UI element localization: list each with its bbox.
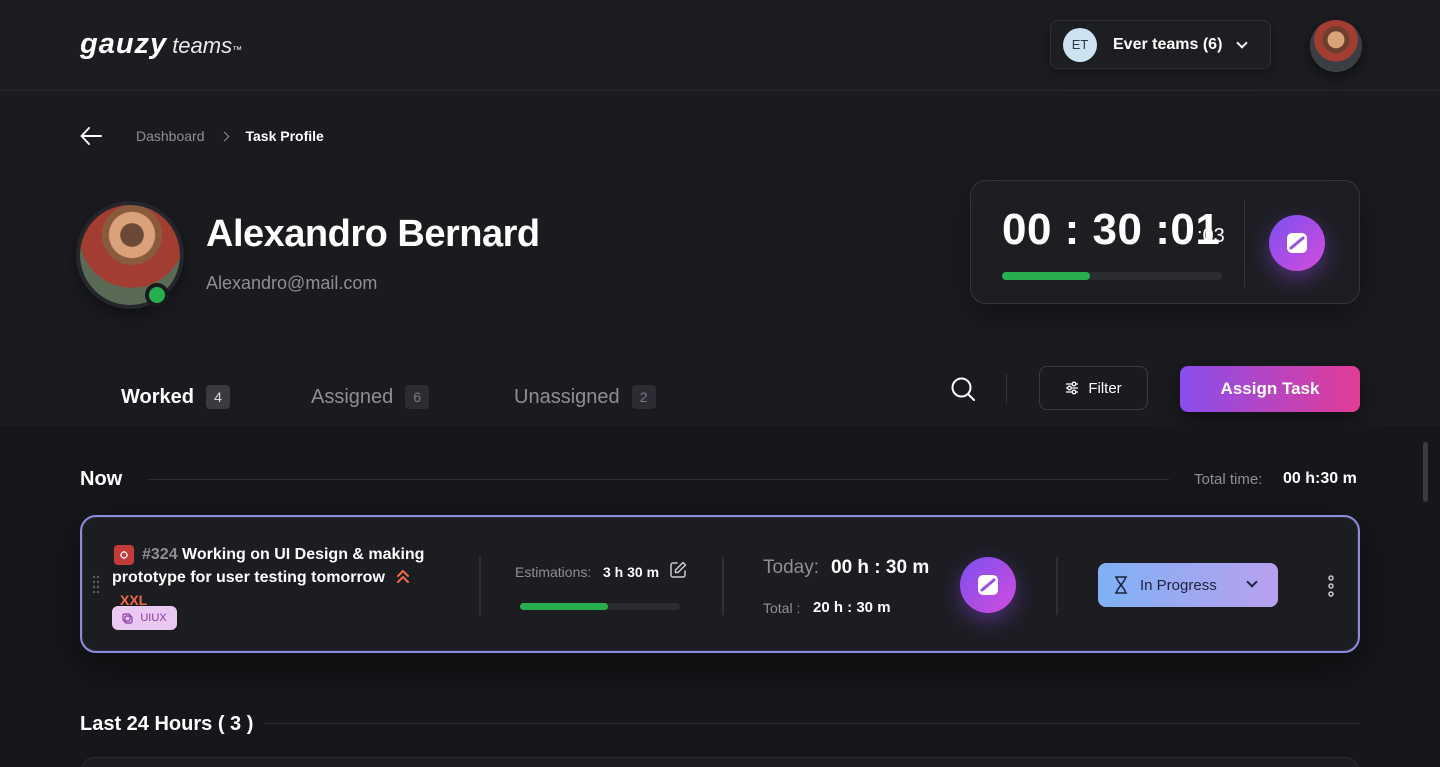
- tab-assigned-label: Assigned: [311, 385, 394, 408]
- timer-divider: [1244, 199, 1245, 287]
- timer-display: 00 : 30 :01: [1002, 205, 1221, 254]
- total-time-value: 00 h:30 m: [1283, 470, 1357, 487]
- section-divider: [149, 479, 1169, 480]
- today-label: Today:: [763, 557, 819, 578]
- profile-email: Alexandro@mail.com: [206, 273, 378, 293]
- breadcrumb-task-profile: Task Profile: [245, 128, 324, 144]
- card-divider: [1056, 557, 1058, 615]
- section-title-now: Now: [80, 468, 123, 490]
- assign-task-button[interactable]: Assign Task: [1180, 366, 1360, 412]
- task-title-line1: Working on UI Design & making: [182, 546, 425, 563]
- task-title-line2: prototype for user testing tomorrow: [112, 569, 385, 586]
- breadcrumb-separator-icon: [219, 131, 229, 141]
- tab-worked-label: Worked: [121, 385, 194, 408]
- edit-estimation-icon[interactable]: [668, 560, 688, 580]
- task-total-value: 20 h : 30 m: [813, 599, 891, 616]
- task-total-label: Total :: [763, 600, 801, 616]
- today-value: 00 h : 30 m: [831, 557, 930, 578]
- breadcrumb: Dashboard Task Profile: [136, 128, 324, 144]
- search-icon[interactable]: [950, 376, 976, 402]
- section-title-last-24-hours: Last 24 Hours ( 3 ): [80, 713, 254, 735]
- filter-button[interactable]: Filter: [1039, 366, 1148, 410]
- task-card-partial[interactable]: [80, 757, 1360, 767]
- profile-name: Alexandro Bernard: [206, 213, 540, 255]
- task-status-dropdown[interactable]: In Progress: [1098, 563, 1278, 607]
- tab-assigned-count: 6: [405, 385, 430, 409]
- timer-progress-bar: [1002, 272, 1222, 280]
- tab-worked-count: 4: [205, 385, 230, 409]
- logo-product: teams: [172, 33, 233, 58]
- task-tag[interactable]: UIUX: [112, 606, 177, 630]
- tab-worked[interactable]: Worked 4: [80, 366, 271, 428]
- task-number: #324: [142, 546, 178, 563]
- top-navigation-bar: gauzy teams ™ ET Ever teams (6): [0, 0, 1440, 91]
- team-badge: ET: [1063, 27, 1097, 62]
- timer-milliseconds: :03: [1197, 225, 1225, 247]
- user-avatar[interactable]: [1310, 20, 1362, 72]
- card-divider: [479, 557, 481, 615]
- task-tag-label: UIUX: [140, 612, 167, 624]
- timer-progress-fill: [1002, 272, 1090, 280]
- tab-assigned[interactable]: Assigned 6: [311, 366, 430, 428]
- tab-unassigned[interactable]: Unassigned 2: [514, 366, 656, 428]
- chevron-down-icon: [1246, 576, 1258, 588]
- hourglass-icon: [1114, 576, 1128, 594]
- drag-handle-icon[interactable]: [92, 575, 100, 593]
- task-status-label: In Progress: [1140, 576, 1217, 594]
- task-timer-button[interactable]: [960, 557, 1016, 613]
- timer-start-button[interactable]: [1269, 215, 1325, 271]
- chevron-down-icon: [1236, 37, 1248, 49]
- filter-sliders-icon: [1066, 381, 1079, 395]
- tag-icon: [122, 612, 133, 624]
- more-options-icon[interactable]: [1327, 574, 1335, 598]
- toolbar-divider: [1006, 374, 1007, 404]
- estimation-value: 3 h 30 m: [603, 564, 660, 580]
- timer-icon: [1287, 233, 1307, 253]
- estimation-progress-fill: [520, 603, 608, 610]
- logo-brand: gauzy: [80, 28, 168, 60]
- timer-icon: [978, 575, 998, 595]
- back-arrow-icon[interactable]: [80, 126, 102, 146]
- timer-card: 00 : 30 :01 :03: [970, 180, 1360, 304]
- card-divider: [722, 557, 724, 615]
- total-time-label: Total time:: [1194, 471, 1263, 488]
- filter-button-label: Filter: [1088, 379, 1122, 397]
- logo-trademark: ™: [232, 45, 243, 56]
- breadcrumb-dashboard[interactable]: Dashboard: [136, 128, 205, 144]
- priority-urgent-icon: [397, 570, 410, 583]
- section-divider: [265, 723, 1360, 724]
- estimation-label: Estimations:: [515, 564, 592, 580]
- tab-unassigned-count: 2: [631, 385, 656, 409]
- tab-unassigned-label: Unassigned: [514, 385, 620, 408]
- team-selector-dropdown[interactable]: ET Ever teams (6): [1050, 20, 1271, 69]
- active-task-card[interactable]: #324 Working on UI Design & making proto…: [80, 515, 1360, 653]
- app-logo[interactable]: gauzy teams ™: [80, 28, 242, 61]
- estimation-progress-bar: [520, 603, 680, 610]
- online-status-indicator: [145, 283, 169, 307]
- team-name: Ever teams (6): [1113, 35, 1223, 53]
- task-title[interactable]: #324 Working on UI Design & making proto…: [112, 543, 442, 612]
- scrollbar[interactable]: [1423, 442, 1428, 502]
